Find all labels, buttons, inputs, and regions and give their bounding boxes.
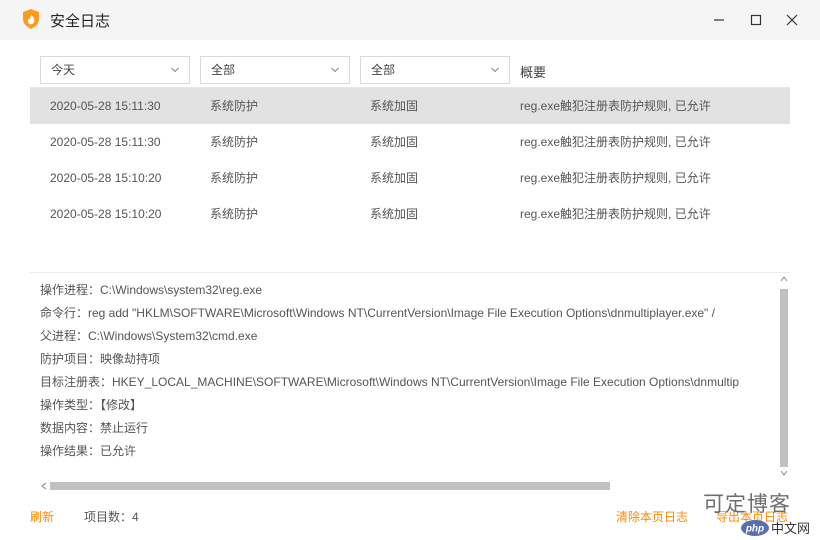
subtype-filter-value: 全部	[371, 63, 396, 77]
scroll-up-icon[interactable]	[780, 275, 788, 283]
footer-bar: 刷新 项目数：4 清除本页日志 导出本页日志	[0, 500, 820, 540]
detail-result: 操作结果：已允许	[40, 444, 137, 458]
log-list: 2020-05-28 15:11:30 系统防护 系统加固 reg.exe触犯注…	[30, 88, 790, 232]
scroll-left-icon[interactable]	[40, 482, 48, 490]
php-cn-logo: php 中文网	[741, 520, 810, 537]
detail-parent-process: 父进程：C:\Windows\System32\cmd.exe	[40, 329, 258, 343]
row-time: 2020-05-28 15:11:30	[50, 135, 161, 149]
detail-data-content: 数据内容：禁止运行	[40, 421, 149, 435]
detail-target-registry: 目标注册表：HKEY_LOCAL_MACHINE\SOFTWARE\Micros…	[40, 375, 740, 389]
table-row[interactable]: 2020-05-28 15:11:30 系统防护 系统加固 reg.exe触犯注…	[30, 124, 790, 160]
svg-text:php: php	[745, 524, 764, 535]
detail-lines: 操作进程：C:\Windows\system32\reg.exe 命令行：reg…	[40, 279, 776, 463]
detail-command-line: 命令行：reg add "HKLM\SOFTWARE\Microsoft\Win…	[40, 306, 715, 320]
row-type: 系统防护	[210, 135, 259, 149]
scroll-down-icon[interactable]	[780, 469, 788, 477]
refresh-link[interactable]: 刷新	[30, 508, 54, 525]
horizontal-scrollbar[interactable]	[30, 479, 778, 493]
close-button[interactable]	[780, 8, 804, 32]
row-time: 2020-05-28 15:10:20	[50, 171, 162, 185]
vertical-scroll-thumb[interactable]	[780, 289, 788, 467]
row-subtype: 系统加固	[370, 171, 419, 185]
detail-operation-type: 操作类型：【修改】	[40, 398, 143, 412]
filter-header: 今天 全部 全部 概要	[30, 52, 790, 88]
flame-shield-icon	[23, 9, 39, 29]
row-summary: reg.exe触犯注册表防护规则, 已允许	[520, 171, 711, 185]
minimize-button[interactable]	[707, 8, 731, 32]
detail-pane: 操作进程：C:\Windows\system32\reg.exe 命令行：reg…	[30, 272, 790, 494]
row-subtype: 系统加固	[370, 99, 419, 113]
title-bar: 安全日志	[0, 0, 820, 40]
detail-protection-item: 防护项目：映像劫持项	[40, 352, 161, 366]
row-type: 系统防护	[210, 99, 259, 113]
row-time: 2020-05-28 15:10:20	[50, 207, 162, 221]
chevron-down-icon	[491, 67, 499, 73]
chevron-down-icon	[171, 67, 179, 73]
summary-column-header: 概要	[520, 65, 547, 80]
subtype-filter-select[interactable]: 全部	[360, 56, 510, 84]
minimize-icon	[714, 19, 724, 21]
date-filter-value: 今天	[51, 63, 76, 77]
chevron-down-icon	[331, 67, 339, 73]
type-filter-select[interactable]: 全部	[200, 56, 350, 84]
type-filter-value: 全部	[211, 63, 236, 77]
window-title: 安全日志	[50, 13, 111, 30]
maximize-icon	[750, 14, 762, 26]
row-subtype: 系统加固	[370, 207, 419, 221]
row-subtype: 系统加固	[370, 135, 419, 149]
table-row[interactable]: 2020-05-28 15:10:20 系统防护 系统加固 reg.exe触犯注…	[30, 196, 790, 232]
clear-page-log-link[interactable]: 清除本页日志	[616, 508, 688, 525]
item-count: 项目数：4	[84, 510, 139, 524]
date-filter-select[interactable]: 今天	[40, 56, 190, 84]
row-type: 系统防护	[210, 207, 259, 221]
vertical-scrollbar[interactable]	[778, 273, 790, 483]
svg-text:中文网: 中文网	[771, 522, 810, 537]
table-row[interactable]: 2020-05-28 15:11:30 系统防护 系统加固 reg.exe触犯注…	[30, 88, 790, 124]
table-row[interactable]: 2020-05-28 15:10:20 系统防护 系统加固 reg.exe触犯注…	[30, 160, 790, 196]
maximize-button[interactable]	[744, 8, 768, 32]
close-icon	[786, 14, 798, 26]
horizontal-scroll-thumb[interactable]	[50, 482, 610, 490]
row-summary: reg.exe触犯注册表防护规则, 已允许	[520, 207, 711, 221]
row-time: 2020-05-28 15:11:30	[50, 99, 161, 113]
watermark-text: 可定博客	[703, 493, 791, 516]
row-type: 系统防护	[210, 171, 259, 185]
row-summary: reg.exe触犯注册表防护规则, 已允许	[520, 135, 711, 149]
row-summary: reg.exe触犯注册表防护规则, 已允许	[520, 99, 711, 113]
detail-process: 操作进程：C:\Windows\system32\reg.exe	[40, 283, 263, 297]
